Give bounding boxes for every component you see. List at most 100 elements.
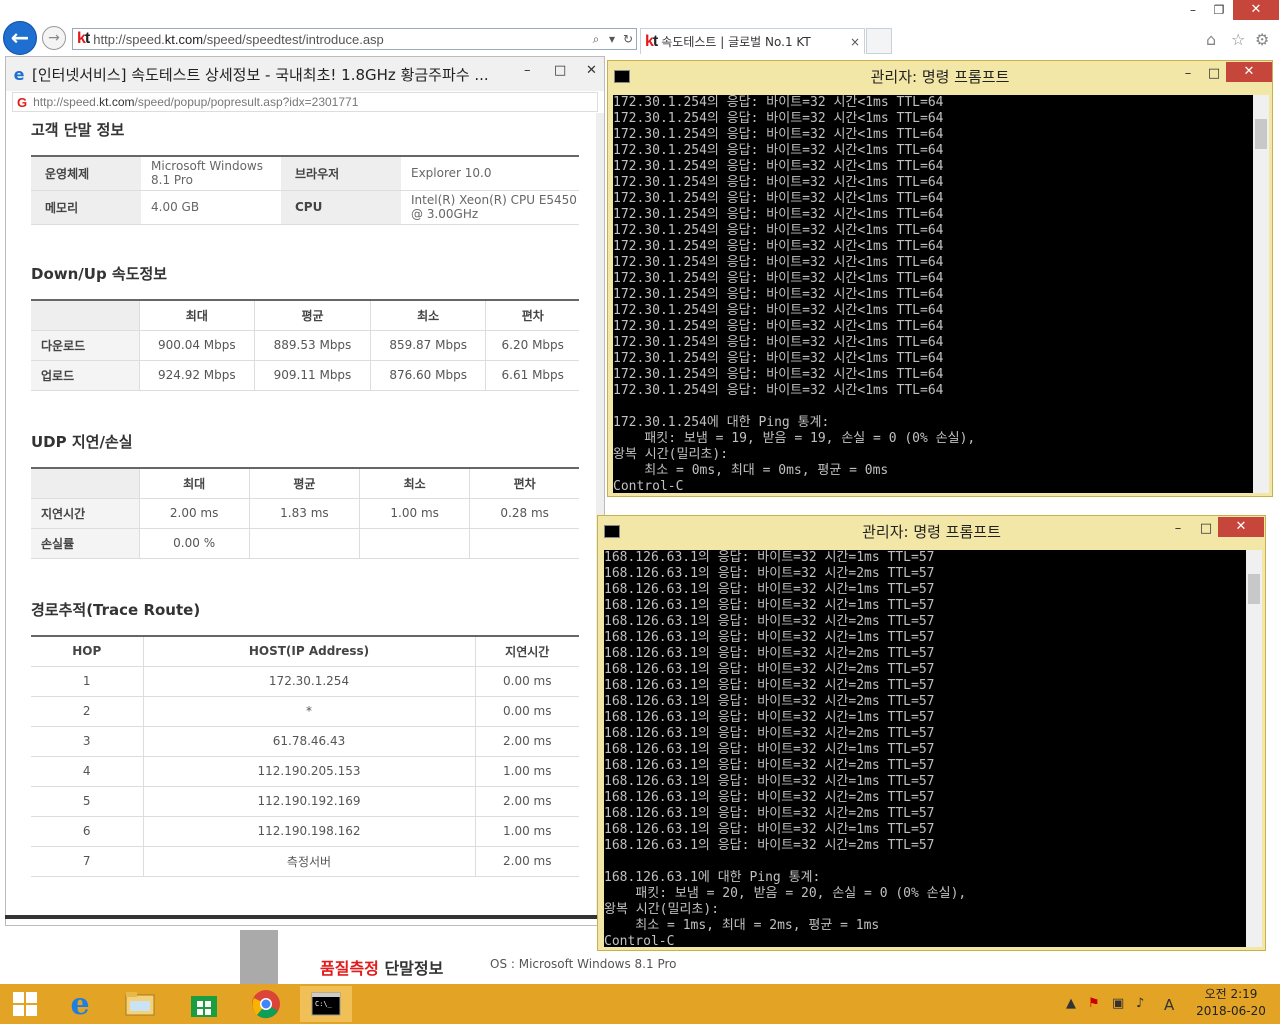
browser-chrome: ← → kt http://speed.kt.com/speed/speedte… [0,0,1280,56]
udp-header-min: 최소 [359,467,470,499]
console-line: 172.30.1.254의 응답: 바이트=32 시간<1ms TTL=64 [613,287,944,302]
console-line: Control-C [613,479,684,493]
svg-text:C:\_: C:\_ [315,1000,333,1008]
restore-icon[interactable]: ❐ [1206,0,1232,20]
cmd1-minimize-icon[interactable]: – [1178,66,1198,81]
gear-icon[interactable]: ⚙ [1255,30,1269,49]
taskbar-explorer[interactable] [114,986,166,1022]
console-line: 최소 = 0ms, 최대 = 0ms, 평균 = 0ms [613,463,889,478]
address-bar[interactable]: kt http://speed.kt.com/speed/speedtest/i… [72,28,637,50]
console-line: 172.30.1.254에 대한 Ping 통계: [613,415,830,430]
popup-url: http://speed.kt.com/speed/popup/popresul… [33,95,359,109]
console-line: 168.126.63.1의 응답: 바이트=32 시간=2ms TTL=57 [604,566,935,581]
cmd1-titlebar[interactable]: 관리자: 명령 프롬프트 – □ ✕ [608,61,1272,91]
loss-label: 손실률 [31,528,139,559]
popup-titlebar[interactable]: e [인터넷서비스] 속도테스트 상세정보 - 국내최초! 1.8GHz 황금주… [6,57,604,91]
popup-close-icon[interactable]: ✕ [586,63,597,78]
console-line: 172.30.1.254의 응답: 바이트=32 시간<1ms TTL=64 [613,95,944,110]
upload-avg: 909.11 Mbps [254,360,371,391]
new-tab-button[interactable] [866,28,892,54]
cmd2-console[interactable]: 168.126.63.1의 응답: 바이트=32 시간=1ms TTL=57 16… [604,550,1246,947]
udp-header-dev: 편차 [469,467,579,499]
console-line: 172.30.1.254의 응답: 바이트=32 시간<1ms TTL=64 [613,191,944,206]
trace-latency: 0.00 ms [474,696,579,727]
tab-kt-speedtest[interactable]: kt 속도테스트 | 글로벌 No.1 KT × [640,28,865,54]
trace-host: 61.78.46.43 [142,726,475,757]
tray-network-icon[interactable]: ▣ [1112,996,1124,1011]
console-line: 168.126.63.1의 응답: 바이트=32 시간=2ms TTL=57 [604,646,935,661]
taskbar-chrome[interactable] [240,986,292,1022]
console-line: 168.126.63.1의 응답: 바이트=32 시간=1ms TTL=57 [604,710,935,725]
tray-volume-icon[interactable]: ♪ [1136,996,1144,1011]
cmd2-scroll-thumb[interactable] [1248,574,1260,604]
refresh-icon[interactable]: ↻ [620,32,636,46]
tray-expand-icon[interactable]: ▲ [1066,996,1076,1011]
popup-window: e [인터넷서비스] 속도테스트 상세정보 - 국내최초! 1.8GHz 황금주… [5,56,605,926]
trace-latency: 1.00 ms [474,816,579,847]
speed-header-dev: 편차 [485,299,579,331]
close-icon[interactable]: ✕ [1233,0,1279,20]
cmd1-maximize-icon[interactable]: □ [1204,66,1224,81]
udp-header-blank [31,467,139,499]
cmd1-close-icon[interactable]: ✕ [1226,62,1272,82]
console-line: 172.30.1.254의 응답: 바이트=32 시간<1ms TTL=64 [613,207,944,222]
popup-content: 고객 단말 정보 운영체제 Microsoft Windows 8.1 Pro 브… [6,113,596,919]
cmd2-titlebar[interactable]: 관리자: 명령 프롬프트 – □ ✕ [598,516,1265,546]
console-line: 168.126.63.1의 응답: 바이트=32 시간=2ms TTL=57 [604,694,935,709]
speed-header-avg: 평균 [254,299,371,331]
windows-logo-icon [13,992,37,1016]
udp-title: UDP 지연/손실 [31,433,133,451]
tray-ime[interactable]: A [1164,996,1174,1014]
cmd1-console[interactable]: 172.30.1.254의 응답: 바이트=32 시간<1ms TTL=64 17… [613,95,1253,493]
console-line: 168.126.63.1의 응답: 바이트=32 시간=1ms TTL=57 [604,550,935,565]
cmd1-title: 관리자: 명령 프롬프트 [870,67,1010,86]
table-row: 1 172.30.1.254 0.00 ms [31,666,579,697]
back-button[interactable]: ← [3,21,37,55]
favorites-star-icon[interactable]: ☆ [1231,30,1245,49]
cpu-value: Intel(R) Xeon(R) CPU E5450 @ 3.00GHz [401,190,579,225]
kt-logo-icon: kt [77,30,90,47]
console-line: 172.30.1.254의 응답: 바이트=32 시간<1ms TTL=64 [613,239,944,254]
trace-hop: 7 [31,846,143,877]
taskbar-store[interactable] [178,986,230,1022]
taskbar-ie[interactable]: e [54,986,106,1022]
cmd2-maximize-icon[interactable]: □ [1196,521,1216,536]
address-url[interactable]: http://speed.kt.com/speed/speedtest/intr… [93,32,588,47]
tab-close-icon[interactable]: × [846,35,864,49]
console-line: 168.126.63.1의 응답: 바이트=32 시간=2ms TTL=57 [604,758,935,773]
home-icon[interactable]: ⌂ [1206,30,1216,49]
table-row: 지연시간 2.00 ms 1.83 ms 1.00 ms 0.28 ms [31,498,579,529]
trace-header-latency: 지연시간 [474,635,579,667]
minimize-icon[interactable]: – [1180,0,1206,20]
speed-header-min: 최소 [369,299,486,331]
dropdown-icon[interactable]: ▾ [604,32,620,46]
popup-minimize-icon[interactable]: – [524,63,531,78]
table-row: 7 측정서버 2.00 ms [31,846,579,877]
taskbar-cmd[interactable]: C:\_ [300,986,352,1022]
table-row: 6 112.190.198.162 1.00 ms [31,816,579,847]
cmd2-scrollbar[interactable] [1246,550,1262,947]
console-line: 172.30.1.254의 응답: 바이트=32 시간<1ms TTL=64 [613,111,944,126]
start-button[interactable] [0,986,50,1022]
upload-dev: 6.61 Mbps [485,360,579,391]
table-row: 4 112.190.205.153 1.00 ms [31,756,579,787]
udp-header-max: 최대 [138,467,250,499]
cpu-label: CPU [281,190,401,225]
clock[interactable]: 오전 2:19 2018-06-20 [1190,986,1272,1020]
forward-button[interactable]: → [42,26,66,50]
console-line: 168.126.63.1에 대한 Ping 통계: [604,870,821,885]
popup-maximize-icon[interactable]: □ [554,63,566,78]
trace-hop: 1 [31,666,143,697]
console-line: 168.126.63.1의 응답: 바이트=32 시간=2ms TTL=57 [604,614,935,629]
search-icon[interactable]: ⌕ [588,32,604,47]
upload-max: 924.92 Mbps [138,360,255,391]
popup-url-bar[interactable]: G http://speed.kt.com/speed/popup/popres… [12,92,598,112]
upload-min: 876.60 Mbps [369,360,486,391]
cmd1-scrollbar[interactable] [1253,95,1269,493]
cmd2-minimize-icon[interactable]: – [1168,521,1188,536]
arrow-right-icon: → [48,30,60,46]
cmd2-close-icon[interactable]: ✕ [1218,517,1264,537]
latency-label: 지연시간 [31,498,139,529]
tray-flag-icon[interactable]: ⚑ [1088,996,1100,1011]
cmd1-scroll-thumb[interactable] [1255,119,1267,149]
